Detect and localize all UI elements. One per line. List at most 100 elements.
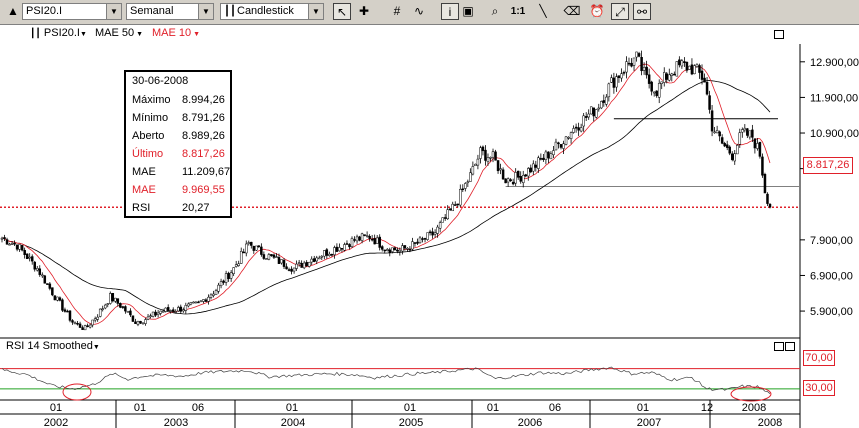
chevron-down-icon[interactable]: ▼ <box>93 344 100 351</box>
candle <box>88 323 92 329</box>
candle-body <box>270 254 273 257</box>
candle <box>204 298 208 302</box>
candle-body <box>625 61 628 73</box>
candle-body <box>338 247 341 252</box>
candle-body <box>302 262 306 269</box>
candle <box>433 229 437 238</box>
candle-body <box>30 256 34 262</box>
candle <box>197 300 200 304</box>
candle <box>119 302 122 309</box>
candle <box>481 145 485 156</box>
candle-body <box>612 77 616 88</box>
candle-body <box>169 310 172 312</box>
candle-body <box>192 301 195 304</box>
candle <box>101 305 104 312</box>
candle-body <box>627 62 631 65</box>
candle-body <box>564 136 568 145</box>
candle <box>15 244 19 252</box>
candle-body <box>247 242 251 244</box>
candle-body <box>370 238 374 241</box>
candle <box>718 130 721 142</box>
candle-body <box>174 311 177 313</box>
candle <box>557 141 560 149</box>
candle <box>438 220 442 233</box>
candle-body <box>114 297 117 302</box>
candle-body <box>418 237 422 244</box>
candle <box>705 76 709 96</box>
candle-body <box>10 243 14 245</box>
candle <box>544 149 548 165</box>
candle-body <box>73 322 77 325</box>
candle-body <box>255 245 258 251</box>
y-tick-label: 11.900,00 <box>810 92 858 104</box>
candle-body <box>71 320 74 323</box>
candle <box>252 245 256 254</box>
candle-body <box>229 272 233 279</box>
candle-body <box>464 183 467 189</box>
candle <box>129 308 132 317</box>
candle-body <box>542 157 545 160</box>
candle <box>114 297 117 303</box>
candle-body <box>436 226 439 234</box>
candle <box>325 247 329 259</box>
candle <box>18 244 21 252</box>
candle <box>496 160 500 174</box>
candle-body <box>126 311 130 313</box>
candle <box>582 112 585 132</box>
candle <box>615 73 618 92</box>
candle <box>212 290 215 298</box>
candle <box>562 140 565 155</box>
candle-body <box>315 257 319 262</box>
candle-body <box>214 290 218 295</box>
candle <box>272 253 276 259</box>
candle <box>124 305 127 314</box>
candle-body <box>443 217 447 219</box>
x-month-label: 01 <box>134 402 146 414</box>
candle <box>194 301 198 304</box>
candle-body <box>761 156 764 176</box>
maximize-rsi-panel-icon[interactable] <box>774 342 784 351</box>
x-year-label: 2005 <box>399 417 423 428</box>
candle-body <box>119 303 122 308</box>
candle-body <box>348 244 351 248</box>
candle <box>766 192 769 207</box>
candle <box>234 260 238 268</box>
candle <box>574 123 578 133</box>
candle-body <box>549 153 553 160</box>
candle <box>131 315 135 323</box>
candle-body <box>736 145 739 155</box>
candle-body <box>375 237 379 244</box>
candle <box>378 234 381 251</box>
x-year-label: 2002 <box>44 417 68 428</box>
candle-body <box>320 255 324 258</box>
candle-body <box>333 247 336 256</box>
candle <box>632 57 636 71</box>
candle-body <box>0 237 4 240</box>
candle-body <box>491 151 495 158</box>
candle-body <box>56 296 59 301</box>
candle-body <box>212 293 215 296</box>
candle <box>3 234 6 241</box>
candle <box>670 72 674 82</box>
rsi-title[interactable]: RSI 14 Smoothed▼ <box>6 340 100 352</box>
candle <box>285 263 288 270</box>
candle-body <box>81 327 84 330</box>
candle <box>708 90 711 114</box>
close-rsi-panel-icon[interactable] <box>785 342 795 351</box>
candle <box>401 243 404 255</box>
candle <box>650 80 653 96</box>
candle-body <box>242 251 245 254</box>
candle-body <box>8 243 11 246</box>
candle <box>46 283 49 285</box>
candle-body <box>532 163 535 172</box>
candle <box>426 232 429 241</box>
candle-body <box>202 299 205 302</box>
candle-body <box>68 310 72 321</box>
candle <box>265 258 268 260</box>
candle-body <box>217 284 220 292</box>
candle-body <box>758 141 762 157</box>
candle-body <box>287 269 291 271</box>
candle-body <box>615 76 618 88</box>
candle <box>290 266 293 275</box>
candle <box>166 304 170 311</box>
